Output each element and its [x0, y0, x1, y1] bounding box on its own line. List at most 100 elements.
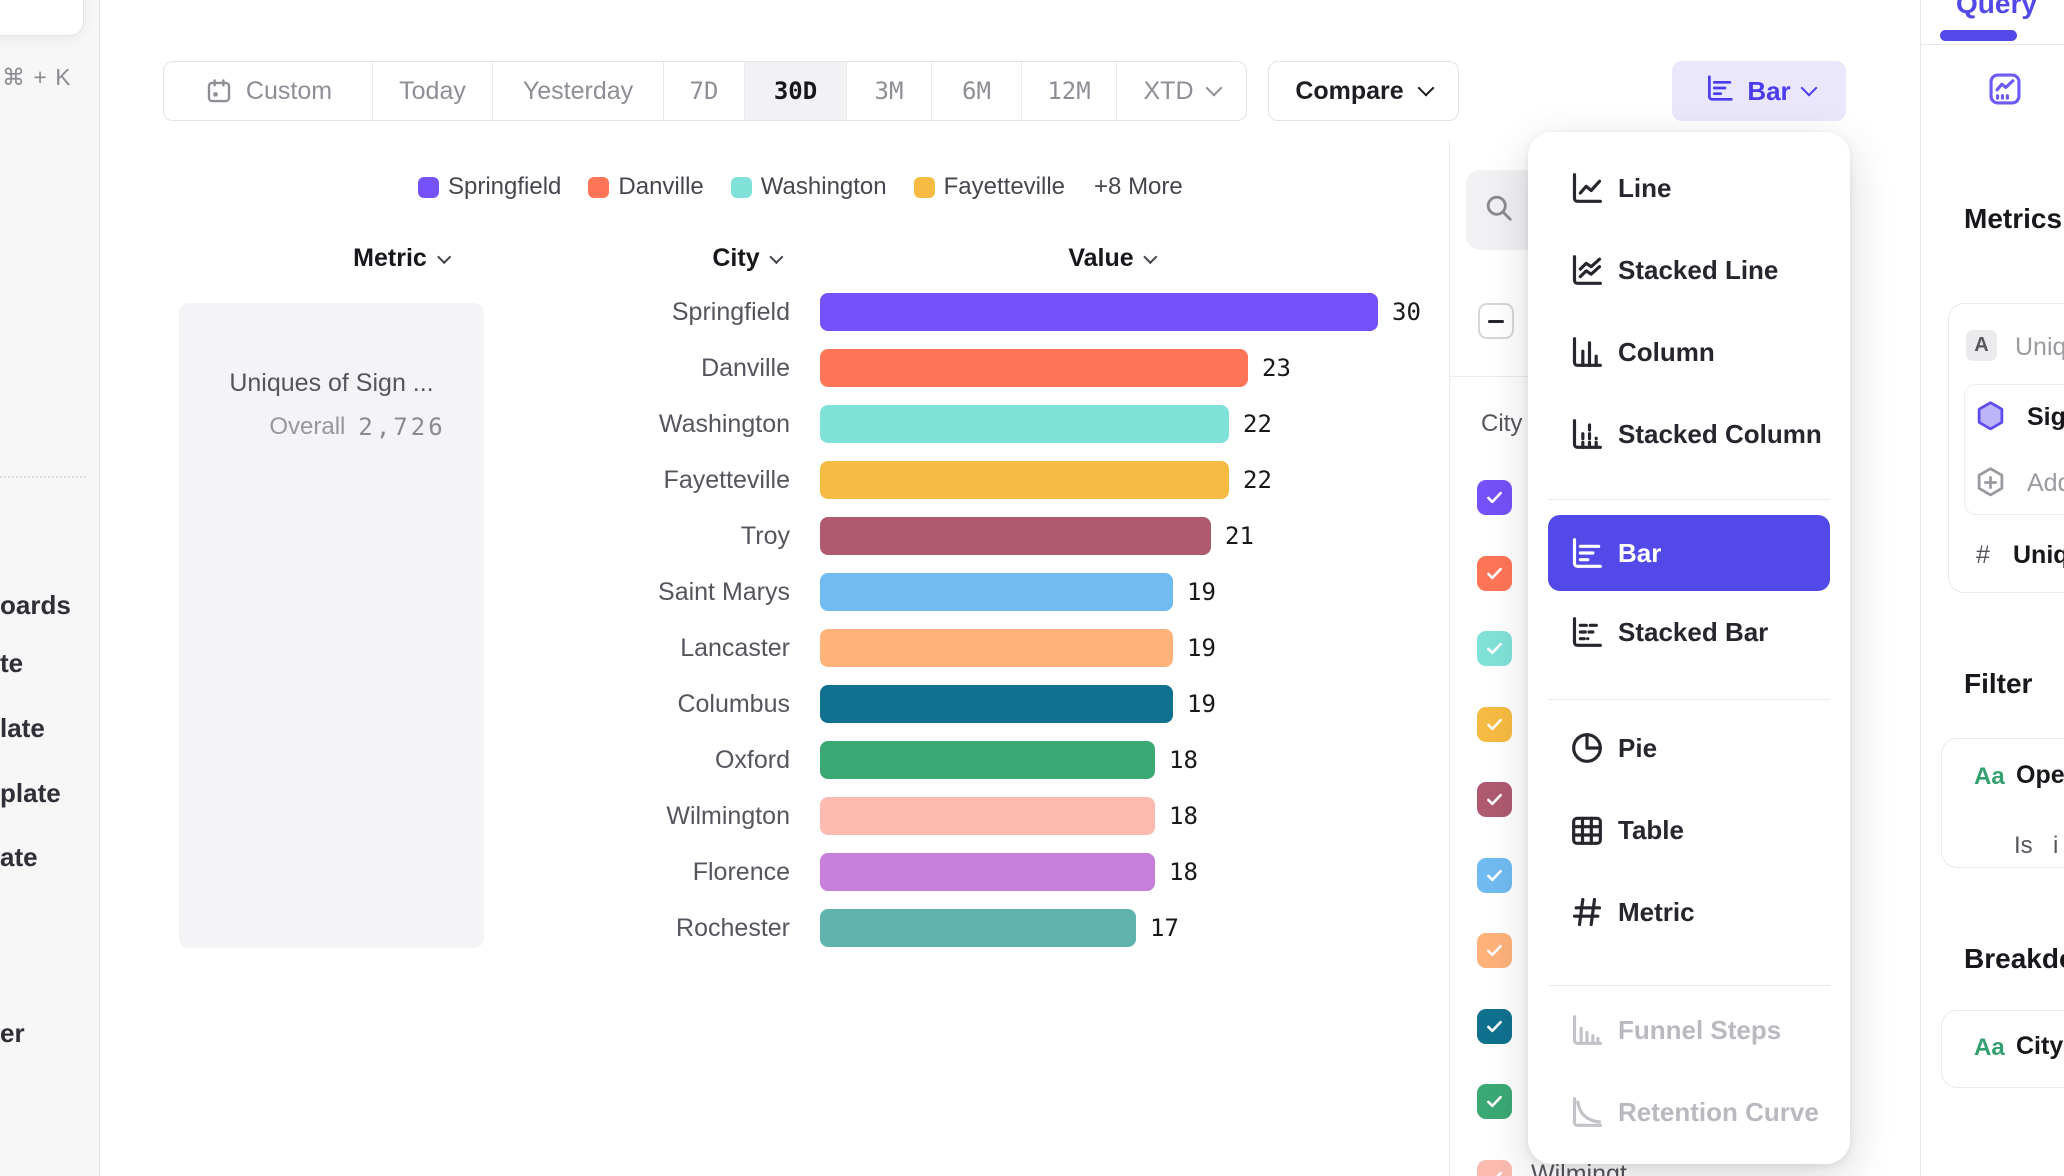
bar — [820, 405, 1229, 443]
metric-column-header[interactable]: Metric — [353, 244, 449, 273]
bar-category-label: Lancaster — [0, 634, 790, 663]
filter-property-fragment: Ope — [2016, 761, 2064, 790]
bar-category-label: Washington — [0, 410, 790, 439]
series-checkbox-checked[interactable] — [1477, 556, 1512, 591]
event-hexagon-icon — [1973, 399, 2008, 439]
series-checkbox-checked[interactable] — [1477, 858, 1512, 893]
bar — [820, 461, 1229, 499]
menu-item-label: Pie — [1618, 733, 1657, 764]
value-column-header[interactable]: Value — [1068, 244, 1155, 273]
metric-chart-icon — [1567, 892, 1607, 932]
menu-item-stacked-column[interactable]: Stacked Column — [1548, 393, 1830, 475]
legend-item-fayetteville[interactable]: Fayetteville — [914, 173, 1065, 201]
menu-item-pie[interactable]: Pie — [1548, 707, 1830, 789]
bar-row-oxford: Oxford18 — [0, 732, 1450, 788]
legend-label: Fayetteville — [944, 173, 1065, 201]
bar — [820, 517, 1211, 555]
date-range-30d[interactable]: 30D — [745, 62, 847, 120]
query-panel-border — [1920, 0, 1921, 1176]
bar — [820, 853, 1155, 891]
menu-item-stacked-line[interactable]: Stacked Line — [1548, 229, 1830, 311]
bar-category-label: Florence — [0, 858, 790, 887]
date-range-custom[interactable]: Custom — [164, 62, 373, 120]
series-checkbox-checked[interactable] — [1477, 933, 1512, 968]
metrics-heading: Metrics — [1964, 203, 2062, 235]
date-range-yesterday[interactable]: Yesterday — [493, 62, 664, 120]
date-range-3m[interactable]: 3M — [847, 62, 932, 120]
calendar-icon — [204, 76, 234, 106]
filter-value-fragment: i — [2053, 832, 2058, 860]
legend-swatch — [731, 177, 752, 198]
menu-item-label: Metric — [1618, 897, 1695, 928]
legend-label: Danville — [618, 173, 703, 201]
series-checkbox-checked[interactable] — [1477, 480, 1512, 515]
series-checkbox-checked[interactable] — [1477, 1009, 1512, 1044]
bar-value-label: 21 — [1225, 522, 1254, 550]
date-range-xtd[interactable]: XTD — [1117, 62, 1246, 120]
menu-item-stacked-bar[interactable]: Stacked Bar — [1548, 591, 1830, 673]
bar-chart-icon — [1567, 533, 1607, 573]
bar-row-springfield: Springfield30 — [0, 284, 1450, 340]
panel-divider-vertical — [1449, 140, 1450, 1176]
city-column-header[interactable]: City — [712, 244, 781, 273]
series-checkbox-checked[interactable] — [1477, 782, 1512, 817]
menu-item-bar[interactable]: Bar — [1548, 515, 1830, 591]
bar-value-label: 18 — [1169, 802, 1198, 830]
menu-item-label: Stacked Column — [1618, 419, 1822, 450]
legend-more-button[interactable]: +8 More — [1094, 173, 1183, 201]
series-checkbox-checked[interactable] — [1477, 707, 1512, 742]
date-range-today[interactable]: Today — [373, 62, 493, 120]
bar-value-label: 17 — [1150, 914, 1179, 942]
date-range-segmented-control: Custom Today Yesterday 7D30D 3M 6M12M XTD — [163, 61, 1247, 121]
bar — [820, 573, 1173, 611]
legend-item-danville[interactable]: Danville — [588, 173, 703, 201]
date-range-label: 3M — [875, 77, 904, 105]
column-chart-icon — [1567, 332, 1607, 372]
series-checkbox-checked[interactable] — [1477, 1084, 1512, 1119]
bar-value-label: 19 — [1187, 578, 1216, 606]
date-range-7d[interactable]: 7D — [664, 62, 745, 120]
retention-chart-icon — [1567, 1092, 1607, 1132]
bar-row-washington: Washington22 — [0, 396, 1450, 452]
stacked-line-chart-icon — [1567, 250, 1607, 290]
menu-item-retention-curve: Retention Curve — [1548, 1071, 1830, 1153]
keyboard-shortcut-hint: ⌘ + K — [2, 64, 72, 91]
compare-button[interactable]: Compare — [1268, 61, 1459, 121]
legend-item-washington[interactable]: Washington — [731, 173, 887, 201]
menu-item-label: Column — [1618, 337, 1715, 368]
series-checkbox-checked[interactable] — [1477, 631, 1512, 666]
chart-type-button[interactable]: Bar — [1672, 61, 1846, 121]
menu-item-label: Retention Curve — [1618, 1097, 1819, 1128]
breakdown-type-badge: Aa — [1974, 1034, 2005, 1062]
menu-item-line[interactable]: Line — [1548, 147, 1830, 229]
filter-type-badge: Aa — [1974, 763, 2005, 791]
bar-row-columbus: Columbus19 — [0, 676, 1450, 732]
date-range-label: XTD — [1144, 77, 1194, 106]
series-checkbox-checked[interactable] — [1477, 1160, 1512, 1176]
menu-item-column[interactable]: Column — [1548, 311, 1830, 393]
date-range-label: Today — [399, 77, 466, 106]
select-all-checkbox-indeterminate[interactable] — [1478, 303, 1514, 339]
sidebar-nav-item-fragment[interactable]: er — [0, 1018, 25, 1049]
menu-item-label: Stacked Bar — [1618, 617, 1768, 648]
date-range-6m[interactable]: 6M — [932, 62, 1022, 120]
date-range-12m[interactable]: 12M — [1022, 62, 1117, 120]
chevron-down-icon — [1800, 80, 1817, 97]
bar-row-danville: Danville23 — [0, 340, 1450, 396]
bar — [820, 741, 1155, 779]
legend-item-springfield[interactable]: Springfield — [418, 173, 561, 201]
date-range-label: Yesterday — [523, 77, 633, 106]
query-tab-active-underline — [1940, 30, 2017, 41]
metric-letter-badge: A — [1966, 330, 1997, 361]
city-column-label: City — [712, 244, 759, 273]
menu-item-table[interactable]: Table — [1548, 789, 1830, 871]
funnel-chart-icon — [1567, 1010, 1607, 1050]
bar — [820, 293, 1378, 331]
add-event-icon[interactable] — [1973, 465, 2008, 505]
tab-query[interactable]: Query — [1956, 0, 2037, 20]
filter-card[interactable] — [1941, 738, 2064, 868]
bar — [820, 685, 1173, 723]
menu-item-metric[interactable]: Metric — [1548, 871, 1830, 953]
bar-row-lancaster: Lancaster19 — [0, 620, 1450, 676]
breakdown-property: City — [2016, 1032, 2063, 1061]
